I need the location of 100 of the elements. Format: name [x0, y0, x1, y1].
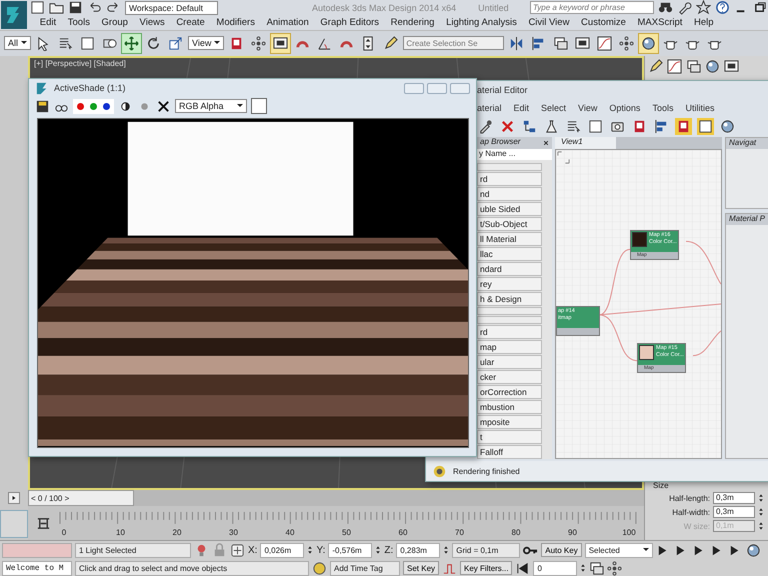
layers-icon[interactable]: [589, 560, 604, 576]
list-item[interactable]: rey: [477, 277, 542, 291]
list-item[interactable]: t: [477, 430, 542, 444]
workspace-dropdown[interactable]: Workspace: Default: [125, 0, 218, 14]
browser-search-field[interactable]: y Name ...: [477, 149, 552, 160]
clear-icon[interactable]: [156, 98, 171, 114]
color-swatch[interactable]: [251, 98, 267, 114]
list-item[interactable]: rd: [477, 172, 542, 186]
set-key-button[interactable]: Set Key: [403, 561, 440, 575]
sphere-icon[interactable]: [641, 36, 656, 51]
time-tag-icon[interactable]: [312, 560, 327, 576]
list-item[interactable]: map: [477, 340, 542, 354]
menu-item[interactable]: Tools: [62, 16, 96, 28]
curve-icon[interactable]: [597, 36, 612, 51]
number-field[interactable]: 0,3m: [713, 506, 755, 518]
spinner-icon[interactable]: [443, 544, 450, 556]
menu-item[interactable]: Utilities: [685, 103, 714, 113]
list-item[interactable]: Falloff: [477, 445, 542, 459]
list-item[interactable]: mposite: [477, 415, 542, 429]
square-icon[interactable]: [30, 0, 45, 15]
list-icon[interactable]: [58, 36, 74, 51]
sphere-icon[interactable]: [720, 118, 735, 134]
menu-item[interactable]: Graph Editors: [314, 16, 385, 28]
sphere-icon[interactable]: [746, 542, 761, 558]
menu-item[interactable]: Modifiers: [210, 16, 261, 28]
list-item[interactable]: ll Material: [477, 232, 542, 246]
menu-item[interactable]: Tools: [652, 103, 674, 113]
time-slider-thumb[interactable]: < 0 / 100 >: [28, 490, 134, 506]
menu-item[interactable]: aterial: [477, 103, 502, 113]
list-item[interactable]: llac: [477, 247, 542, 261]
square-icon[interactable]: [698, 118, 713, 134]
maxscript-listener[interactable]: Welcome to M: [2, 560, 72, 576]
mirror-icon[interactable]: [509, 36, 524, 51]
square-icon[interactable]: [588, 118, 603, 134]
layers-icon[interactable]: [553, 36, 568, 51]
channel-toggle[interactable]: [103, 102, 110, 110]
monitor-icon[interactable]: [273, 36, 288, 51]
spinner-icon[interactable]: [580, 562, 586, 574]
named-selection-field[interactable]: Create Selection Se: [403, 36, 504, 50]
list-icon[interactable]: [566, 118, 581, 134]
channel-toggle[interactable]: [77, 102, 84, 110]
curve-icon[interactable]: [667, 59, 682, 74]
align-icon[interactable]: [654, 118, 669, 134]
list-item[interactable]: orCorrection: [477, 385, 542, 399]
spinner-icon[interactable]: [758, 492, 764, 504]
spinner-icon[interactable]: [307, 544, 314, 556]
frame-field[interactable]: 0: [533, 560, 578, 576]
sphere-icon[interactable]: [705, 59, 720, 74]
delete-icon[interactable]: [500, 118, 515, 134]
save-icon[interactable]: [68, 0, 83, 15]
viewport-label[interactable]: [+] [Perspective] [Shaded]: [34, 59, 126, 68]
list-item[interactable]: uble Sided: [477, 202, 542, 216]
list-item[interactable]: nd: [477, 187, 542, 201]
dropdown[interactable]: All: [4, 36, 32, 50]
menu-item[interactable]: Create: [170, 16, 211, 28]
menu-item[interactable]: Options: [609, 103, 640, 113]
save-icon[interactable]: [35, 98, 50, 114]
number-field[interactable]: 0,3m: [713, 492, 755, 504]
list-item[interactable]: mbustion: [477, 400, 542, 414]
menu-item[interactable]: Animation: [260, 16, 315, 28]
menu-item[interactable]: Rendering: [384, 16, 440, 28]
list-item[interactable]: rd: [477, 325, 542, 339]
star-icon[interactable]: [696, 0, 711, 15]
coordinate-field[interactable]: 0,283m: [396, 542, 440, 558]
menu-item[interactable]: Customize: [575, 16, 632, 28]
menu-item[interactable]: Lighting Analysis: [440, 16, 523, 28]
list-item[interactable]: cker: [477, 370, 542, 384]
play-button[interactable]: [8, 492, 20, 504]
pivot-icon[interactable]: [632, 118, 647, 134]
view-tab[interactable]: View1: [555, 137, 616, 149]
go-to-start-icon[interactable]: [515, 560, 530, 576]
channel-toggle[interactable]: [90, 102, 97, 110]
flask-icon[interactable]: [544, 118, 559, 134]
spinner-icon[interactable]: [758, 506, 764, 518]
pencil-icon[interactable]: [648, 59, 663, 74]
pencil-icon[interactable]: [383, 36, 398, 51]
move-icon[interactable]: [124, 36, 140, 51]
menu-item[interactable]: Edit: [514, 103, 530, 113]
restore-icon[interactable]: [753, 0, 768, 15]
hierarchy-icon[interactable]: [522, 118, 537, 134]
menu-item[interactable]: View: [578, 103, 598, 113]
wrench-icon[interactable]: [677, 0, 692, 15]
angle-icon[interactable]: [317, 36, 332, 51]
pivot-icon[interactable]: [676, 118, 691, 134]
menu-item[interactable]: Help: [688, 16, 720, 28]
curve-editor-icon[interactable]: [36, 516, 50, 530]
help-icon[interactable]: [715, 0, 730, 15]
rotate-icon[interactable]: [146, 36, 162, 51]
dropdown[interactable]: View: [188, 36, 224, 50]
layers-icon[interactable]: [686, 59, 701, 74]
search-field[interactable]: Type a keyword or phrase: [530, 1, 654, 14]
list-item[interactable]: t/Sub-Object: [477, 217, 542, 231]
menu-item[interactable]: Views: [134, 16, 171, 28]
binoculars-icon[interactable]: [658, 0, 673, 15]
monitor-icon[interactable]: [724, 59, 739, 74]
menu-item[interactable]: Civil View: [522, 16, 576, 28]
list-item[interactable]: h & Design: [477, 292, 542, 306]
list-item[interactable]: ndard: [477, 262, 542, 276]
monitor-icon[interactable]: [575, 36, 590, 51]
square-icon[interactable]: [80, 36, 96, 51]
